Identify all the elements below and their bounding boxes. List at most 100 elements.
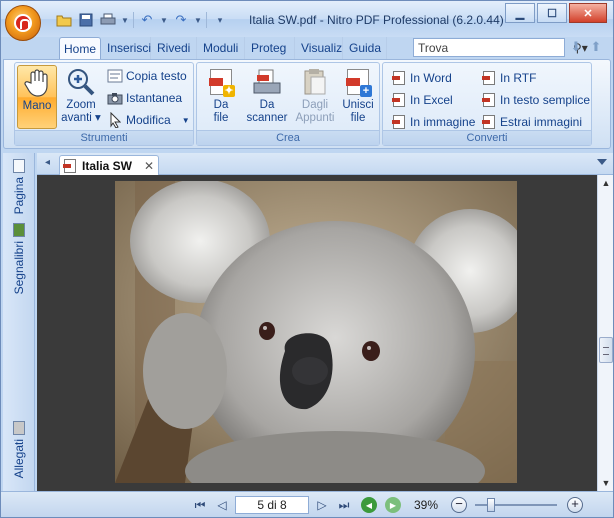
zoom-in-button[interactable]: + [567,496,583,514]
in-rtf-button[interactable]: In RTF [481,69,536,87]
zoom-out-button[interactable]: − [451,496,467,514]
search-box: ⚲▾ [413,38,588,57]
dagli-appunti-label-1: Dagli [301,99,329,111]
page-number-input[interactable] [235,496,309,514]
scroll-up-icon[interactable]: ▲ [598,175,614,191]
window-controls: ▁ ☐ ✕ [505,3,607,23]
chevron-down-icon[interactable]: ▼ [194,11,202,29]
window-title: Italia SW.pdf - Nitro PDF Professional (… [249,13,504,27]
tab-guida[interactable]: Guida [345,37,387,59]
last-page-icon[interactable]: ⏭ [335,496,353,514]
da-scanner-label-1: Da [259,99,275,111]
document-tab-label: Italia SW [82,158,133,173]
tab-scroll-icon[interactable]: ◂ [45,157,50,168]
sidebar-label-segnalibri: Segnalibri [12,241,26,295]
ribbon-tabs: Home Inserisci Rivedi Moduli Proteg Visu… [1,37,613,59]
group-strumenti: Mano Zoom avanti ▾ Copia testo Istantane… [14,62,194,146]
in-excel-button[interactable]: In Excel [391,91,453,109]
undo-icon[interactable]: ↶ [138,11,156,29]
tab-visualiz[interactable]: Visualiz [297,37,343,59]
previous-page-icon[interactable]: ◁ [213,496,231,514]
estrai-immagini-button[interactable]: Estrai immagini [481,113,582,131]
search-input[interactable] [414,40,573,55]
in-testo-semplice-button[interactable]: In testo semplice [481,91,590,109]
image-doc-icon [391,114,407,130]
modifica-button[interactable]: Modifica ▼ [107,111,190,129]
chevron-down-icon[interactable]: ▼ [160,11,168,29]
chevron-down-icon: ▼ [181,115,190,125]
sidebar-tab-allegati[interactable]: Allegati [9,421,29,478]
print-icon[interactable] [99,11,117,29]
close-button[interactable]: ✕ [569,3,607,23]
text-select-icon [107,68,123,84]
arrow-up-icon[interactable]: ⬆ [589,39,603,57]
chevron-down-icon[interactable]: ▼ [121,11,129,29]
pointer-icon [107,112,123,128]
document-page [115,181,517,483]
document-viewer[interactable] [37,175,597,491]
in-immagine-button[interactable]: In immagine [391,113,475,131]
da-file-button[interactable]: ✦ Da file [201,65,241,129]
istantanea-label: Istantanea [126,91,183,105]
group-label-strumenti: Strumenti [15,130,193,145]
merge-files-icon: + [343,67,373,97]
group-label-crea: Crea [197,130,379,145]
in-word-button[interactable]: In Word [391,69,452,87]
clipboard-icon [300,67,330,97]
quick-access-toolbar: ▼ ↶ ▼ ↷ ▼ ▾ [55,9,229,31]
minimize-button[interactable]: ▁ [505,3,535,23]
folder-open-icon[interactable] [55,11,73,29]
first-page-icon[interactable]: ⏮ [191,496,209,514]
tab-inserisci[interactable]: Inserisci [103,37,151,59]
vertical-scrollbar[interactable]: ▲ ▼ [597,175,613,491]
search-navigation: ⬇ ⬆ [569,39,603,57]
document-tab[interactable]: Italia SW ✕ [59,155,159,175]
unisci-file-label-1: Unisci [342,99,374,111]
tab-home[interactable]: Home [59,37,101,59]
scroll-down-icon[interactable]: ▼ [598,475,614,491]
customize-toolbar-icon[interactable]: ▾ [211,11,229,29]
copia-testo-button[interactable]: Copia testo [107,67,187,85]
zoom-slider-thumb[interactable] [487,498,495,512]
group-converti: In Word In Excel In immagine In RTF In t… [382,62,592,146]
tab-rivedi[interactable]: Rivedi [153,37,197,59]
scrollbar-thumb[interactable] [599,337,613,363]
previous-view-button[interactable]: ◀ [361,496,377,514]
dagli-appunti-button[interactable]: Dagli Appunti [293,65,337,129]
dagli-appunti-label-2: Appunti [295,112,335,124]
app-window: ▼ ↶ ▼ ↷ ▼ ▾ Italia SW.pdf - Nitro PDF Pr… [0,0,614,518]
attachment-icon [13,421,25,435]
hand-icon [22,68,52,98]
maximize-button[interactable]: ☐ [537,3,567,23]
page-icon [13,159,25,173]
da-scanner-button[interactable]: Da scanner [245,65,289,129]
mano-button[interactable]: Mano [17,65,57,129]
tab-proteg[interactable]: Proteg [247,37,295,59]
sidebar-tab-segnalibri[interactable]: Segnalibri [9,223,29,294]
istantanea-button[interactable]: Istantanea [107,89,182,107]
koala-photo [115,181,517,483]
unisci-file-label-2: file [350,112,366,124]
word-doc-icon [391,70,407,86]
tab-list-icon[interactable] [597,159,607,165]
sidebar-tab-pagina[interactable]: Pagina [9,159,29,214]
unisci-file-button[interactable]: + Unisci file [339,65,377,129]
toolbar-separator [206,12,207,28]
pdf-file-icon [63,158,76,173]
zoom-avanti-button[interactable]: Zoom avanti ▾ [61,65,101,129]
tab-moduli[interactable]: Moduli [199,37,245,59]
application-menu-button[interactable] [5,5,41,41]
text-doc-icon [481,92,497,108]
next-page-icon[interactable]: ▷ [313,496,331,514]
save-icon[interactable] [77,11,95,29]
redo-icon[interactable]: ↷ [172,11,190,29]
extract-images-icon [481,114,497,130]
nitro-logo-icon [14,14,32,32]
arrow-down-icon[interactable]: ⬇ [569,39,583,57]
document-tab-bar: ◂ Italia SW ✕ [37,153,613,175]
side-panel: Pagina Segnalibri Allegati [3,153,35,491]
in-rtf-label: In RTF [500,71,537,85]
close-tab-icon[interactable]: ✕ [144,159,154,173]
next-view-button[interactable]: ▶ [385,496,401,514]
camera-icon [107,90,123,106]
